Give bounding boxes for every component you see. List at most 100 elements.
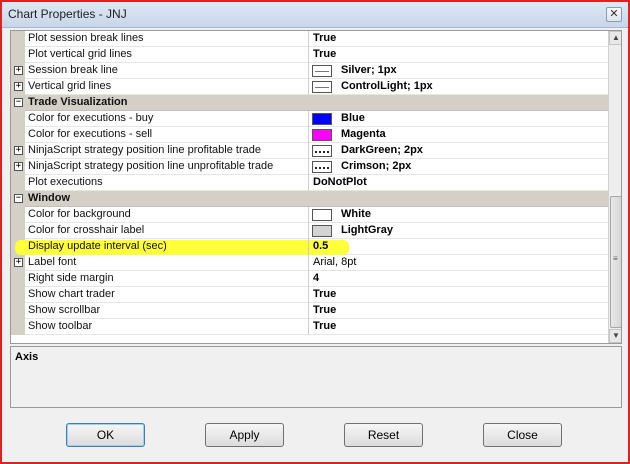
column-divider	[308, 31, 309, 47]
property-row[interactable]: Color for executions - sell Magenta	[11, 127, 608, 143]
property-value[interactable]: White	[341, 208, 371, 220]
property-label: Color for crosshair label	[28, 224, 145, 236]
property-value[interactable]: 4	[313, 272, 319, 284]
ok-button[interactable]: OK	[66, 423, 145, 447]
category-row[interactable]: − Trade Visualization	[11, 95, 608, 111]
property-value[interactable]: True	[313, 304, 336, 316]
column-divider	[308, 303, 309, 319]
chart-properties-window: Chart Properties - JNJ ✕ Plot session br…	[0, 0, 630, 464]
row-gutter	[11, 223, 25, 239]
property-label: Right side margin	[28, 272, 114, 284]
property-label: Vertical grid lines	[28, 80, 112, 92]
expand-icon[interactable]: +	[14, 162, 23, 171]
row-gutter	[11, 207, 25, 223]
column-divider	[308, 175, 309, 191]
property-row[interactable]: + NinjaScript strategy position line prof…	[11, 143, 608, 159]
property-value[interactable]: Arial, 8pt	[313, 256, 356, 268]
color-swatch-icon	[312, 81, 332, 93]
color-swatch-icon	[312, 209, 332, 221]
column-divider	[308, 159, 309, 175]
property-value[interactable]: True	[313, 32, 336, 44]
property-row[interactable]: Show scrollbar True	[11, 303, 608, 319]
color-swatch-icon	[312, 161, 332, 173]
property-row[interactable]: + Vertical grid lines ControlLight; 1px	[11, 79, 608, 95]
property-row[interactable]: Color for executions - buy Blue	[11, 111, 608, 127]
property-row[interactable]: + NinjaScript strategy position line unpr…	[11, 159, 608, 175]
property-row[interactable]: + Session break line Silver; 1px	[11, 63, 608, 79]
property-row[interactable]: Show toolbar True	[11, 319, 608, 335]
column-divider	[308, 207, 309, 223]
color-swatch-icon	[312, 225, 332, 237]
description-panel: Axis	[10, 346, 622, 408]
apply-button[interactable]: Apply	[205, 423, 284, 447]
property-value[interactable]: True	[313, 320, 336, 332]
column-divider	[308, 239, 309, 255]
property-value[interactable]: ControlLight; 1px	[341, 80, 433, 92]
property-value[interactable]: 0.5	[313, 240, 328, 252]
expand-icon[interactable]: +	[14, 66, 23, 75]
column-divider	[308, 223, 309, 239]
property-value[interactable]: DarkGreen; 2px	[341, 144, 423, 156]
collapse-icon[interactable]: −	[14, 194, 23, 203]
color-swatch-icon	[312, 145, 332, 157]
property-row[interactable]: Plot executions DoNotPlot	[11, 175, 608, 191]
collapse-icon[interactable]: −	[14, 98, 23, 107]
property-value[interactable]: Crimson; 2px	[341, 160, 411, 172]
property-label: Color for executions - sell	[28, 128, 153, 140]
scroll-thumb[interactable]: ≡	[610, 196, 621, 328]
category-row[interactable]: − Window	[11, 191, 608, 207]
property-row[interactable]: Color for crosshair label LightGray	[11, 223, 608, 239]
property-row[interactable]: Show chart trader True	[11, 287, 608, 303]
column-divider	[308, 63, 309, 79]
property-value[interactable]: True	[313, 48, 336, 60]
property-value[interactable]: LightGray	[341, 224, 393, 236]
category-label: Window	[28, 192, 71, 204]
row-gutter	[11, 287, 25, 303]
close-button[interactable]: Close	[483, 423, 562, 447]
property-value[interactable]: Magenta	[341, 128, 386, 140]
scroll-down-icon[interactable]: ▼	[609, 329, 621, 343]
column-divider	[308, 79, 309, 95]
property-grid: Plot session break lines True Plot vertica…	[10, 30, 622, 344]
property-value[interactable]: True	[313, 288, 336, 300]
property-label: NinjaScript strategy position line unpro…	[28, 160, 274, 172]
property-value[interactable]: Blue	[341, 112, 365, 124]
property-label: Show scrollbar	[28, 304, 101, 316]
property-value[interactable]: DoNotPlot	[313, 176, 367, 188]
property-rows: Plot session break lines True Plot vertica…	[11, 31, 608, 335]
property-value[interactable]: Silver; 1px	[341, 64, 397, 76]
row-gutter	[11, 271, 25, 287]
reset-button[interactable]: Reset	[344, 423, 423, 447]
property-label: Display update interval (sec)	[28, 240, 167, 252]
property-label: Color for executions - buy	[28, 112, 154, 124]
property-label: Color for background	[28, 208, 131, 220]
expand-icon[interactable]: +	[14, 82, 23, 91]
row-gutter	[11, 127, 25, 143]
column-divider	[308, 255, 309, 271]
property-row[interactable]: Display update interval (sec) 0.5	[11, 239, 608, 255]
row-gutter	[11, 303, 25, 319]
window-title: Chart Properties - JNJ	[8, 7, 127, 21]
scroll-grip-icon: ≡	[613, 254, 618, 263]
title-bar[interactable]: Chart Properties - JNJ ✕	[2, 2, 628, 28]
vertical-scrollbar[interactable]: ▲ ≡ ▼	[608, 31, 621, 343]
property-label: Plot vertical grid lines	[28, 48, 132, 60]
property-row[interactable]: Right side margin 4	[11, 271, 608, 287]
property-row[interactable]: Plot vertical grid lines True	[11, 47, 608, 63]
property-row[interactable]: Color for background White	[11, 207, 608, 223]
row-gutter	[11, 319, 25, 335]
expand-icon[interactable]: +	[14, 258, 23, 267]
property-row[interactable]: + Label font Arial, 8pt	[11, 255, 608, 271]
column-divider	[308, 47, 309, 63]
property-label: Label font	[28, 256, 77, 268]
description-title: Axis	[15, 351, 39, 363]
color-swatch-icon	[312, 65, 332, 77]
column-divider	[308, 319, 309, 335]
expand-icon[interactable]: +	[14, 146, 23, 155]
row-gutter	[11, 47, 25, 63]
property-label: Session break line	[28, 64, 118, 76]
close-window-icon[interactable]: ✕	[606, 7, 622, 22]
scroll-up-icon[interactable]: ▲	[609, 31, 621, 45]
property-row[interactable]: Plot session break lines True	[11, 31, 608, 47]
property-label: NinjaScript strategy position line profi…	[28, 144, 261, 156]
